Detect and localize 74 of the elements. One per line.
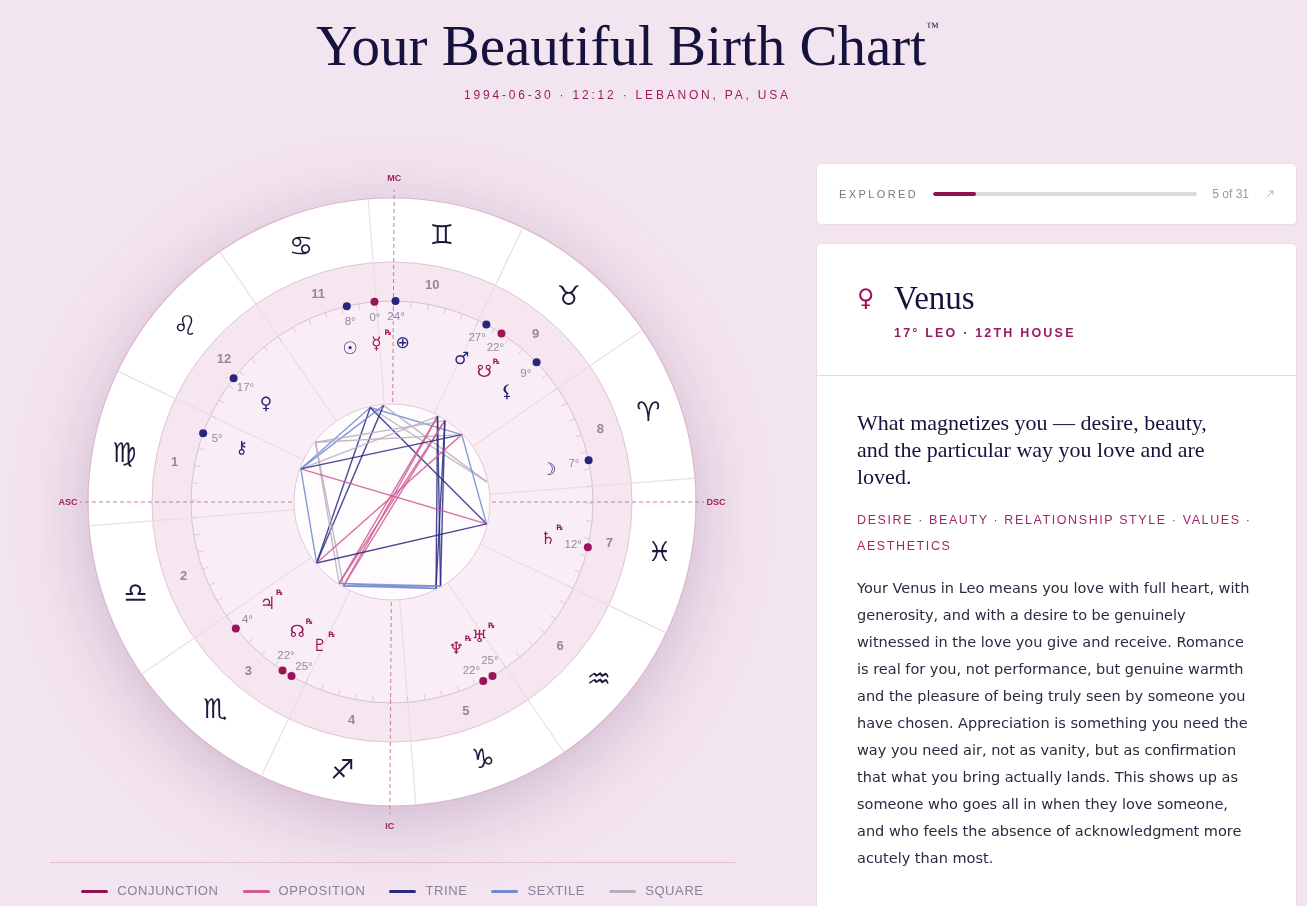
- degree-label: 22°: [486, 341, 505, 354]
- axis-label: DSC: [706, 497, 726, 507]
- diagonal-arrow-icon[interactable]: [1266, 190, 1274, 198]
- zodiac-sign-glyph: ♋: [289, 230, 314, 262]
- legend-label: CONJUNCTION: [117, 882, 219, 900]
- house-number: 9: [531, 326, 540, 342]
- degree-label: 22°: [277, 648, 295, 661]
- degree-label: 25°: [481, 654, 499, 667]
- planet-glyph[interactable]: ♄: [540, 528, 556, 548]
- planet-glyph[interactable]: ☊: [289, 621, 305, 642]
- degree-label: 22°: [462, 664, 481, 677]
- planet-glyph: ♀: [857, 283, 876, 314]
- legend-label: TRINE: [425, 882, 468, 900]
- planet-glyph[interactable]: ⊕: [395, 332, 410, 353]
- planet-name: Venus: [894, 279, 976, 318]
- planet-glyph[interactable]: ☉: [342, 337, 358, 358]
- page-title: Your Beautiful Birth Chart$^{™}$: [316, 14, 939, 78]
- house-number: 5: [462, 702, 470, 718]
- house-number: 1: [171, 454, 179, 470]
- degree-label: 24°: [387, 310, 405, 323]
- zodiac-sign-glyph: ♊: [429, 219, 454, 251]
- degree-label: 4°: [241, 613, 253, 626]
- planet-glyph[interactable]: ♀: [259, 393, 273, 414]
- zodiac-sign-glyph: ♑: [470, 742, 495, 774]
- planet-glyph[interactable]: ♅: [472, 625, 488, 646]
- planet-glyph[interactable]: ♆: [448, 638, 465, 659]
- planet-glyph[interactable]: ☿: [371, 332, 382, 353]
- planet-question: What magnetizes you — desire, beauty, and the particular way you love and are loved.: [857, 409, 1208, 490]
- legend-label: SEXTILE: [527, 882, 586, 900]
- zodiac-sign-glyph: ♓: [647, 536, 672, 568]
- progress-label: EXPLORED: [839, 186, 919, 202]
- planet-glyph[interactable]: ⚸: [500, 380, 514, 401]
- axis-label: MC: [387, 173, 402, 183]
- house-number: 3: [244, 662, 253, 678]
- legend-label: SQUARE: [645, 882, 704, 900]
- chart-subtitle: 1994-06-30 · 12:12 · LEBANON, PA, USA: [464, 87, 791, 104]
- degree-label: 7°: [568, 457, 580, 470]
- house-number: 11: [311, 286, 326, 302]
- degree-label: 12°: [564, 537, 582, 550]
- zodiac-sign-glyph: ♎: [123, 577, 148, 609]
- degree-label: 27°: [468, 330, 486, 343]
- planet-glyph[interactable]: ♇: [312, 634, 328, 655]
- planet-glyph[interactable]: ☋: [476, 361, 492, 382]
- degree-label: 8°: [344, 314, 356, 327]
- zodiac-sign-glyph: ♐: [330, 753, 355, 785]
- zodiac-sign-glyph: ♈: [636, 395, 661, 427]
- zodiac-sign-glyph: ♏: [203, 693, 228, 725]
- degree-label: 5°: [211, 432, 223, 445]
- degree-label: 17°: [236, 381, 255, 394]
- degree-label: 9°: [520, 366, 532, 379]
- planet-glyph[interactable]: ♂: [453, 347, 470, 368]
- house-number: 4: [348, 711, 356, 727]
- house-number: 10: [425, 277, 440, 293]
- planet-glyph[interactable]: ♃: [260, 592, 276, 613]
- planet-glyph[interactable]: ⚷: [235, 437, 248, 458]
- house-number: 12: [216, 350, 232, 366]
- zodiac-sign-glyph: ♉: [556, 279, 581, 311]
- axis-label: ASC: [58, 497, 78, 507]
- house-number: 7: [605, 534, 613, 550]
- zodiac-sign-glyph: ♒: [586, 663, 611, 695]
- house-number: 6: [556, 638, 564, 654]
- house-number: 2: [180, 568, 188, 584]
- progress-count: 5 of 31: [1212, 186, 1249, 203]
- tag-list: DESIRE · BEAUTY · RELATIONSHIP STYLE · VALUES · AESTHETICS: [857, 507, 1256, 559]
- zodiac-sign-glyph: ♌: [173, 309, 198, 341]
- planet-description: Your Venus in Leo means you love with full heart, with generosity, and with a desire to be genuinely witnessed in the love you give and receive. Romance is real for you, not performance, but genuine warmth and the pleasure of being truly seen by someone you have chosen. Appreciation is something you need the way you need air, not as vanity, but as confirmation that what you bring actually lands. This shows up as someone who goes all in when they love someone, and who feels the absence of acknowledgment more acutely than most.: [857, 579, 1251, 868]
- planet-glyph[interactable]: ☽: [540, 458, 557, 479]
- zodiac-sign-glyph: ♍: [112, 436, 137, 468]
- house-number: 8: [596, 420, 604, 436]
- legend-label: OPPOSITION: [278, 882, 366, 900]
- axis-label: IC: [385, 821, 395, 831]
- planet-position: 17° LEO · 12TH HOUSE: [894, 325, 1076, 341]
- degree-label: 0°: [369, 310, 381, 323]
- degree-label: 25°: [295, 659, 313, 672]
